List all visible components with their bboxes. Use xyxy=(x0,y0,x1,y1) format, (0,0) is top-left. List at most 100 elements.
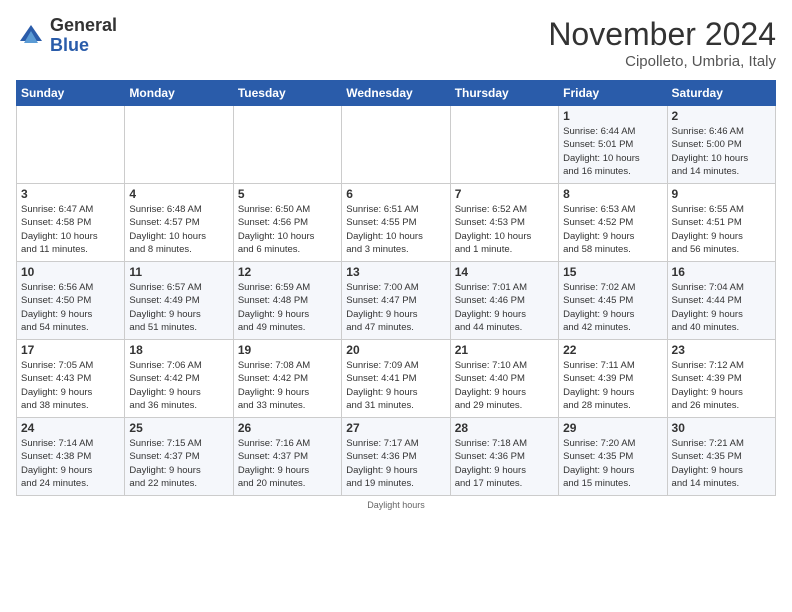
day-number: 18 xyxy=(129,343,228,357)
logo-icon xyxy=(16,21,46,51)
header: General Blue November 2024 Cipolleto, Um… xyxy=(16,16,776,70)
day-number: 1 xyxy=(563,109,662,123)
day-info: Sunrise: 6:47 AMSunset: 4:58 PMDaylight:… xyxy=(21,203,120,256)
location: Cipolleto, Umbria, Italy xyxy=(548,53,776,70)
calendar-cell: 17 Sunrise: 7:05 AMSunset: 4:43 PMDayligh… xyxy=(17,340,125,418)
day-info: Sunrise: 7:16 AMSunset: 4:37 PMDaylight:… xyxy=(238,437,337,490)
day-number: 7 xyxy=(455,187,554,201)
day-info: Sunrise: 6:50 AMSunset: 4:56 PMDaylight:… xyxy=(238,203,337,256)
day-info: Sunrise: 7:21 AMSunset: 4:35 PMDaylight:… xyxy=(672,437,771,490)
calendar-cell: 16Sunrise: 7:04 AMSunset: 4:44 PMDayligh… xyxy=(667,262,775,340)
calendar-week-0: 1 Sunrise: 6:44 AMSunset: 5:01 PMDaylight… xyxy=(17,106,776,184)
calendar-cell: 21 Sunrise: 7:10 AMSunset: 4:40 PMDayligh… xyxy=(450,340,558,418)
calendar-cell: 2 Sunrise: 6:46 AMSunset: 5:00 PMDaylight… xyxy=(667,106,775,184)
day-info: Sunrise: 7:15 AMSunset: 4:37 PMDaylight:… xyxy=(129,437,228,490)
header-row: Sunday Monday Tuesday Wednesday Thursday… xyxy=(17,81,776,106)
calendar-cell: 4 Sunrise: 6:48 AMSunset: 4:57 PMDaylight… xyxy=(125,184,233,262)
calendar-cell xyxy=(125,106,233,184)
calendar-cell: 24 Sunrise: 7:14 AMSunset: 4:38 PMDayligh… xyxy=(17,418,125,496)
day-number: 2 xyxy=(672,109,771,123)
day-info: Sunrise: 6:52 AMSunset: 4:53 PMDaylight:… xyxy=(455,203,554,256)
day-number: 5 xyxy=(238,187,337,201)
calendar-cell: 12 Sunrise: 6:59 AMSunset: 4:48 PMDayligh… xyxy=(233,262,341,340)
day-info: Sunrise: 7:05 AMSunset: 4:43 PMDaylight:… xyxy=(21,359,120,412)
calendar-cell xyxy=(450,106,558,184)
day-number: 8 xyxy=(563,187,662,201)
calendar-cell: 7 Sunrise: 6:52 AMSunset: 4:53 PMDaylight… xyxy=(450,184,558,262)
day-info: Sunrise: 6:57 AMSunset: 4:49 PMDaylight:… xyxy=(129,281,228,334)
calendar-cell: 10Sunrise: 6:56 AMSunset: 4:50 PMDayligh… xyxy=(17,262,125,340)
calendar-cell: 25 Sunrise: 7:15 AMSunset: 4:37 PMDayligh… xyxy=(125,418,233,496)
day-number: 21 xyxy=(455,343,554,357)
day-number: 17 xyxy=(21,343,120,357)
calendar-cell: 13 Sunrise: 7:00 AMSunset: 4:47 PMDayligh… xyxy=(342,262,450,340)
calendar-body: 1 Sunrise: 6:44 AMSunset: 5:01 PMDaylight… xyxy=(17,106,776,496)
day-number: 4 xyxy=(129,187,228,201)
day-info: Sunrise: 7:02 AMSunset: 4:45 PMDaylight:… xyxy=(563,281,662,334)
day-info: Sunrise: 7:17 AMSunset: 4:36 PMDaylight:… xyxy=(346,437,445,490)
day-info: Sunrise: 7:04 AMSunset: 4:44 PMDaylight:… xyxy=(672,281,771,334)
day-number: 24 xyxy=(21,421,120,435)
day-number: 20 xyxy=(346,343,445,357)
header-monday: Monday xyxy=(125,81,233,106)
day-number: 29 xyxy=(563,421,662,435)
day-info: Sunrise: 7:14 AMSunset: 4:38 PMDaylight:… xyxy=(21,437,120,490)
day-number: 12 xyxy=(238,265,337,279)
calendar-header: Sunday Monday Tuesday Wednesday Thursday… xyxy=(17,81,776,106)
footer-text: Daylight hours xyxy=(367,500,425,510)
calendar-cell: 30Sunrise: 7:21 AMSunset: 4:35 PMDayligh… xyxy=(667,418,775,496)
day-info: Sunrise: 6:44 AMSunset: 5:01 PMDaylight:… xyxy=(563,125,662,178)
day-info: Sunrise: 7:12 AMSunset: 4:39 PMDaylight:… xyxy=(672,359,771,412)
calendar-cell: 6Sunrise: 6:51 AMSunset: 4:55 PMDaylight… xyxy=(342,184,450,262)
day-info: Sunrise: 7:01 AMSunset: 4:46 PMDaylight:… xyxy=(455,281,554,334)
day-number: 14 xyxy=(455,265,554,279)
day-number: 25 xyxy=(129,421,228,435)
page: General Blue November 2024 Cipolleto, Um… xyxy=(0,0,792,612)
calendar-week-2: 10Sunrise: 6:56 AMSunset: 4:50 PMDayligh… xyxy=(17,262,776,340)
header-tuesday: Tuesday xyxy=(233,81,341,106)
calendar-cell xyxy=(342,106,450,184)
calendar-week-3: 17 Sunrise: 7:05 AMSunset: 4:43 PMDayligh… xyxy=(17,340,776,418)
day-number: 13 xyxy=(346,265,445,279)
calendar-week-4: 24 Sunrise: 7:14 AMSunset: 4:38 PMDayligh… xyxy=(17,418,776,496)
calendar-cell: 5 Sunrise: 6:50 AMSunset: 4:56 PMDaylight… xyxy=(233,184,341,262)
day-info: Sunrise: 7:10 AMSunset: 4:40 PMDaylight:… xyxy=(455,359,554,412)
header-wednesday: Wednesday xyxy=(342,81,450,106)
day-number: 15 xyxy=(563,265,662,279)
day-number: 27 xyxy=(346,421,445,435)
day-info: Sunrise: 7:20 AMSunset: 4:35 PMDaylight:… xyxy=(563,437,662,490)
calendar-table: Sunday Monday Tuesday Wednesday Thursday… xyxy=(16,80,776,496)
day-number: 6 xyxy=(346,187,445,201)
day-info: Sunrise: 6:56 AMSunset: 4:50 PMDaylight:… xyxy=(21,281,120,334)
day-info: Sunrise: 7:11 AMSunset: 4:39 PMDaylight:… xyxy=(563,359,662,412)
day-info: Sunrise: 7:06 AMSunset: 4:42 PMDaylight:… xyxy=(129,359,228,412)
logo: General Blue xyxy=(16,16,117,56)
calendar-cell: 29 Sunrise: 7:20 AMSunset: 4:35 PMDayligh… xyxy=(559,418,667,496)
calendar-cell: 28Sunrise: 7:18 AMSunset: 4:36 PMDayligh… xyxy=(450,418,558,496)
day-info: Sunrise: 6:48 AMSunset: 4:57 PMDaylight:… xyxy=(129,203,228,256)
month-title: November 2024 xyxy=(548,16,776,53)
calendar-cell: 9Sunrise: 6:55 AMSunset: 4:51 PMDaylight… xyxy=(667,184,775,262)
calendar-cell: 14 Sunrise: 7:01 AMSunset: 4:46 PMDayligh… xyxy=(450,262,558,340)
day-info: Sunrise: 6:46 AMSunset: 5:00 PMDaylight:… xyxy=(672,125,771,178)
calendar-cell: 11Sunrise: 6:57 AMSunset: 4:49 PMDayligh… xyxy=(125,262,233,340)
calendar-cell: 23Sunrise: 7:12 AMSunset: 4:39 PMDayligh… xyxy=(667,340,775,418)
calendar-cell: 8Sunrise: 6:53 AMSunset: 4:52 PMDaylight… xyxy=(559,184,667,262)
day-number: 19 xyxy=(238,343,337,357)
day-info: Sunrise: 6:55 AMSunset: 4:51 PMDaylight:… xyxy=(672,203,771,256)
calendar-cell: 27 Sunrise: 7:17 AMSunset: 4:36 PMDayligh… xyxy=(342,418,450,496)
day-info: Sunrise: 7:18 AMSunset: 4:36 PMDaylight:… xyxy=(455,437,554,490)
day-info: Sunrise: 6:59 AMSunset: 4:48 PMDaylight:… xyxy=(238,281,337,334)
calendar-cell: 18 Sunrise: 7:06 AMSunset: 4:42 PMDayligh… xyxy=(125,340,233,418)
footer: Daylight hours xyxy=(16,500,776,510)
header-sunday: Sunday xyxy=(17,81,125,106)
header-thursday: Thursday xyxy=(450,81,558,106)
logo-blue-text: Blue xyxy=(50,36,117,56)
calendar-cell: 3Sunrise: 6:47 AMSunset: 4:58 PMDaylight… xyxy=(17,184,125,262)
calendar-cell: 1 Sunrise: 6:44 AMSunset: 5:01 PMDaylight… xyxy=(559,106,667,184)
logo-text: General Blue xyxy=(50,16,117,56)
day-info: Sunrise: 7:00 AMSunset: 4:47 PMDaylight:… xyxy=(346,281,445,334)
calendar-week-1: 3Sunrise: 6:47 AMSunset: 4:58 PMDaylight… xyxy=(17,184,776,262)
calendar-cell: 22Sunrise: 7:11 AMSunset: 4:39 PMDayligh… xyxy=(559,340,667,418)
calendar-cell xyxy=(17,106,125,184)
